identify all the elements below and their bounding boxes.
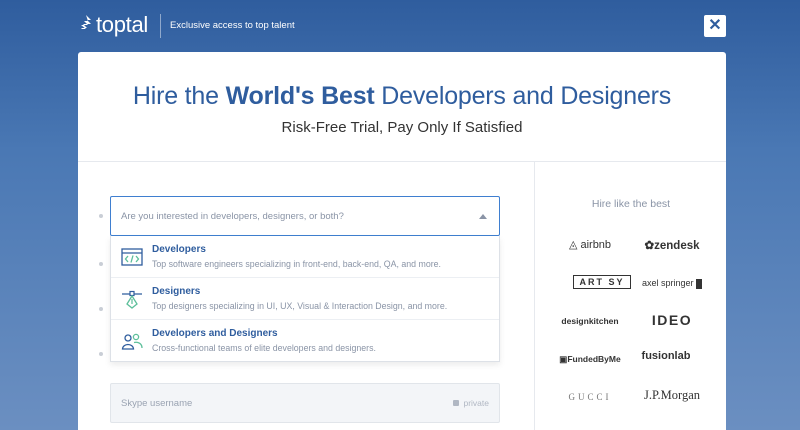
option-desc: Cross-functional teams of elite develope… — [152, 343, 376, 353]
logo-designkitchen: designkitchen — [561, 316, 619, 326]
logo-axel-springer: axel springer — [627, 278, 717, 289]
lock-icon — [453, 400, 460, 406]
signup-card: Hire the World's Best Developers and Des… — [78, 52, 726, 430]
title-post: Developers and Designers — [374, 82, 672, 110]
zendesk-mark-icon: ✿ — [644, 240, 655, 252]
logo-gucci: GUCCI — [568, 392, 612, 402]
brand-name: toptal — [96, 12, 149, 37]
artsy-logo-text: ART SY — [573, 275, 631, 289]
skype-placeholder: Skype username — [121, 398, 193, 409]
form-bullet — [99, 262, 103, 266]
private-text: private — [463, 398, 489, 408]
option-developers-and-designers[interactable]: Developers and Designers Cross-functiona… — [111, 320, 499, 362]
pen-tool-icon — [122, 290, 142, 309]
option-title: Developers — [152, 244, 206, 255]
fundedbyme-logo-text: FundedByMe — [567, 354, 621, 364]
code-window-icon — [121, 248, 143, 266]
form-bullet — [99, 352, 103, 356]
option-designers[interactable]: Designers Top designers specializing in … — [111, 278, 499, 320]
skype-username-input[interactable]: Skype username private — [110, 383, 500, 423]
axel-springer-logo-text: axel springer — [641, 278, 694, 288]
team-icon — [121, 333, 143, 350]
header-divider — [160, 14, 161, 38]
title-pre: Hire the — [132, 82, 226, 110]
client-logos-panel: Hire like the best ◬ airbnb ✿zendesk ART… — [534, 162, 726, 430]
logo-fusionlab: fusionlab — [641, 350, 691, 362]
option-title: Developers and Designers — [152, 328, 278, 339]
option-title: Designers — [152, 286, 201, 297]
title-bold: World's Best — [225, 82, 375, 110]
private-label: private — [453, 398, 489, 408]
form-bullet — [99, 307, 103, 311]
option-desc: Top designers specializing in UI, UX, Vi… — [152, 301, 448, 311]
close-button[interactable]: ✕ — [704, 15, 726, 37]
option-developers[interactable]: Developers Top software engineers specia… — [111, 236, 499, 278]
zendesk-logo-text: zendesk — [654, 240, 700, 252]
axel-springer-mark-icon — [696, 278, 703, 289]
talent-type-select[interactable]: Are you interested in developers, design… — [110, 196, 500, 236]
talent-type-dropdown: Developers Top software engineers specia… — [110, 236, 500, 362]
page-title: Hire the World's Best Developers and Des… — [78, 82, 726, 111]
airbnb-mark-icon: ◬ — [568, 239, 578, 251]
logo-airbnb: ◬ airbnb — [545, 238, 635, 251]
toptal-logo[interactable]: toptal — [79, 12, 148, 38]
select-placeholder: Are you interested in developers, design… — [121, 211, 344, 222]
client-logos-title: Hire like the best — [591, 198, 671, 210]
toptal-mark-icon — [81, 15, 91, 35]
logo-zendesk: ✿zendesk — [627, 238, 717, 252]
page-subtitle: Risk-Free Trial, Pay Only If Satisfied — [281, 119, 523, 136]
logo-ideo: IDEO — [651, 312, 693, 328]
airbnb-logo-text: airbnb — [580, 239, 612, 251]
tagline: Exclusive access to top talent — [170, 20, 295, 31]
option-desc: Top software engineers specializing in f… — [152, 259, 441, 269]
form-bullet — [99, 214, 103, 218]
hero-section: Hire the World's Best Developers and Des… — [78, 52, 726, 162]
caret-up-icon[interactable] — [479, 214, 487, 219]
top-bar: toptal Exclusive access to top talent ✕ — [0, 0, 800, 52]
logo-jpmorgan: J.P.Morgan — [643, 388, 701, 402]
